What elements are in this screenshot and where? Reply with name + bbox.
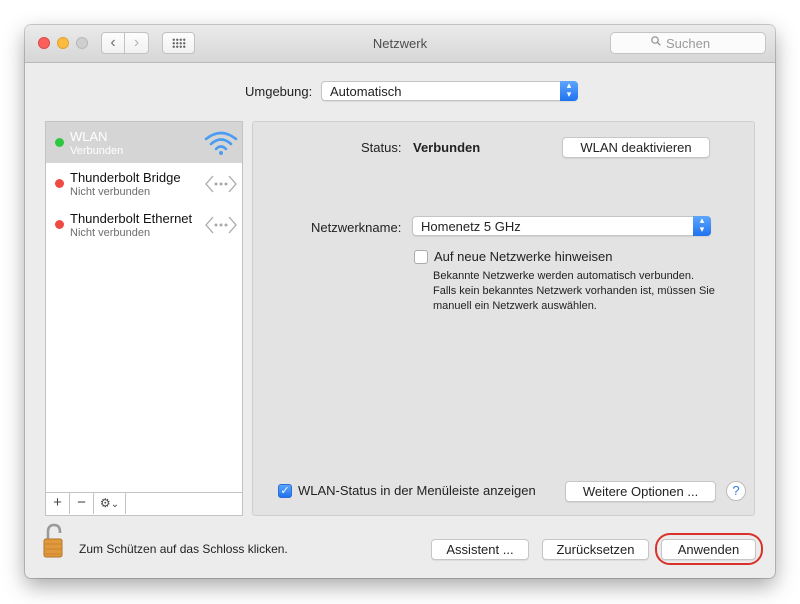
remove-service-button[interactable]: −	[70, 493, 94, 514]
action-menu-button[interactable]: ⚙⌄	[94, 493, 126, 514]
network-name-popup[interactable]: Homenetz 5 GHz ▴ ▾	[412, 216, 711, 236]
search-icon	[651, 36, 661, 46]
popup-arrows-icon: ▴ ▾	[693, 216, 711, 236]
wifi-icon	[204, 131, 238, 155]
chevron-down-icon: ⌄	[110, 499, 120, 510]
thunderbolt-arrows-icon	[205, 175, 237, 193]
location-popup[interactable]: Automatisch ▴ ▾	[321, 81, 578, 101]
status-dot	[55, 138, 64, 147]
network-preferences-window: ‹ › Netzwerk Suchen Umgebung: Automatisc…	[25, 25, 775, 578]
revert-button[interactable]: Zurücksetzen	[542, 539, 649, 560]
service-list: WLAN Verbunden Thunderbolt Bridge Nicht …	[45, 121, 243, 516]
show-wlan-status-label: WLAN-Status in der Menüleiste anzeigen	[298, 483, 536, 498]
service-name: Thunderbolt Ethernet	[70, 211, 193, 226]
status-dot	[55, 179, 64, 188]
wlan-toggle-button[interactable]: WLAN deaktivieren	[562, 137, 710, 158]
service-item-wlan[interactable]: WLAN Verbunden	[46, 122, 242, 163]
service-item-thunderbolt-ethernet[interactable]: Thunderbolt Ethernet Nicht verbunden	[46, 204, 242, 245]
info-text-line: Bekannte Netzwerke werden automatisch ve…	[433, 270, 695, 282]
search-field[interactable]: Suchen	[610, 32, 766, 54]
status-label: Status:	[361, 140, 402, 155]
status-value: Verbunden	[413, 140, 481, 155]
detail-panel: Status: Verbunden WLAN deaktivieren Netz…	[252, 121, 755, 516]
network-name-label: Netzwerkname:	[311, 220, 402, 235]
popup-arrows-icon: ▴ ▾	[560, 81, 578, 101]
ask-new-networks-label: Auf neue Netzwerke hinweisen	[434, 249, 613, 264]
ask-new-networks-checkbox[interactable]	[414, 250, 428, 264]
status-dot	[55, 220, 64, 229]
service-name: Thunderbolt Bridge	[70, 170, 181, 185]
service-status: Nicht verbunden	[70, 227, 151, 239]
search-placeholder: Suchen	[666, 36, 711, 51]
show-wlan-status-checkbox[interactable]: ✓	[278, 484, 292, 498]
location-value: Automatisch	[330, 84, 402, 99]
thunderbolt-arrows-icon	[205, 216, 237, 234]
title-bar: ‹ › Netzwerk Suchen	[25, 25, 775, 63]
advanced-options-button[interactable]: Weitere Optionen ...	[565, 481, 716, 502]
help-button[interactable]: ?	[726, 481, 746, 501]
lock-hint-text: Zum Schützen auf das Schloss klicken.	[79, 542, 288, 556]
gear-icon: ⚙	[99, 496, 111, 510]
info-text-line: manuell ein Netzwerk auswählen.	[433, 300, 597, 312]
assistant-button[interactable]: Assistent ...	[431, 539, 529, 560]
service-list-toolbar: + − ⚙⌄	[46, 492, 242, 515]
highlight-annotation	[655, 533, 763, 565]
network-name-value: Homenetz 5 GHz	[421, 219, 521, 234]
service-status: Nicht verbunden	[70, 186, 151, 198]
info-text-line: Falls kein bekanntes Netzwerk vorhanden …	[433, 285, 715, 297]
service-name: WLAN	[70, 129, 108, 144]
service-item-thunderbolt-bridge[interactable]: Thunderbolt Bridge Nicht verbunden	[46, 163, 242, 204]
lock-icon[interactable]	[42, 523, 66, 559]
location-label: Umgebung:	[245, 84, 313, 99]
add-service-button[interactable]: +	[46, 493, 70, 514]
service-status: Verbunden	[70, 145, 124, 157]
